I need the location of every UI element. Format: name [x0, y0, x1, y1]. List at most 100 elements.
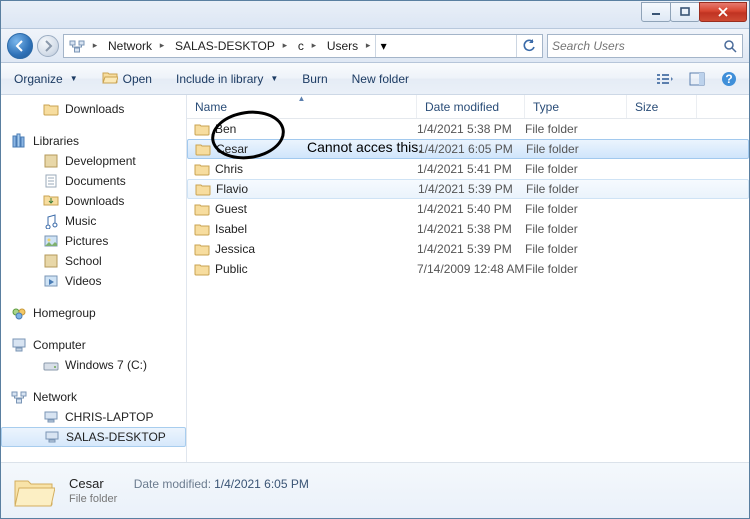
expand-icon[interactable]: ▸ [1, 308, 2, 319]
organize-menu[interactable]: Organize▼ [9, 69, 83, 89]
folder-open-icon [102, 70, 118, 87]
file-type: File folder [525, 222, 627, 236]
file-name: Ben [215, 122, 417, 136]
homegroup-icon [11, 305, 27, 321]
refresh-button[interactable] [516, 35, 540, 57]
include-in-library-menu[interactable]: Include in library▼ [171, 69, 283, 89]
breadcrumb-seg-network[interactable]: Network [102, 35, 155, 57]
folder-icon [193, 241, 211, 257]
column-name[interactable]: Name▲ [187, 95, 417, 118]
file-type: File folder [525, 162, 627, 176]
file-name: Guest [215, 202, 417, 216]
navigation-pane[interactable]: Downloads ▸Libraries DevelopmentDocument… [1, 95, 187, 462]
folder-icon [194, 181, 212, 197]
newfolder-label: New folder [352, 72, 409, 86]
nav-lib-documents[interactable]: Documents [1, 171, 186, 191]
close-button[interactable] [699, 2, 747, 22]
network-icon [11, 389, 27, 405]
chevron-down-icon: ▼ [70, 74, 78, 83]
chevron-down-icon: ▼ [270, 74, 278, 83]
nav-lib-downloads[interactable]: Downloads [1, 191, 186, 211]
folder-icon [43, 101, 59, 117]
file-date: 1/4/2021 5:39 PM [418, 182, 526, 196]
chevron-right-icon[interactable]: ▸ [278, 35, 292, 57]
library-item-icon [43, 273, 59, 289]
breadcrumb-seg-c[interactable]: c [292, 35, 307, 57]
library-item-icon [43, 193, 59, 209]
nav-drive-c[interactable]: Windows 7 (C:) [1, 355, 186, 375]
file-row[interactable]: Guest1/4/2021 5:40 PMFile folder [187, 199, 749, 219]
computer-icon [44, 429, 60, 445]
column-size[interactable]: Size [627, 95, 697, 118]
nav-downloads[interactable]: Downloads [1, 99, 186, 119]
chevron-right-icon[interactable]: ▸ [307, 35, 321, 57]
nav-lib-videos[interactable]: Videos [1, 271, 186, 291]
burn-label: Burn [302, 72, 327, 86]
file-name: Chris [215, 162, 417, 176]
column-headers: Name▲ Date modified Type Size [187, 95, 749, 119]
column-type[interactable]: Type [525, 95, 627, 118]
library-item-icon [43, 253, 59, 269]
history-dropdown[interactable]: ▾ [375, 35, 391, 57]
forward-button[interactable] [37, 35, 59, 57]
computer-icon [11, 337, 27, 353]
library-item-icon [43, 153, 59, 169]
nav-lib-school[interactable]: School [1, 251, 186, 271]
file-row[interactable]: Chris1/4/2021 5:41 PMFile folder [187, 159, 749, 179]
nav-network[interactable]: ▸Network [1, 387, 186, 407]
file-row[interactable]: Isabel1/4/2021 5:38 PMFile folder [187, 219, 749, 239]
search-box[interactable] [547, 34, 743, 58]
maximize-button[interactable] [670, 2, 700, 22]
library-item-icon [43, 213, 59, 229]
nav-homegroup[interactable]: ▸Homegroup [1, 303, 186, 323]
breadcrumb-seg-users[interactable]: Users [321, 35, 361, 57]
view-options-button[interactable] [653, 68, 677, 90]
details-type: File folder [69, 493, 309, 505]
nav-lib-development[interactable]: Development [1, 151, 186, 171]
file-row[interactable]: Flavio1/4/2021 5:39 PMFile folder [187, 179, 749, 199]
file-name: Cesar [216, 142, 418, 156]
address-bar: ▸ Network▸ SALAS-DESKTOP▸ c▸ Users▸ ▾ [1, 29, 749, 63]
nav-network-salasdesktop[interactable]: SALAS-DESKTOP [1, 427, 186, 447]
search-input[interactable] [552, 39, 722, 53]
expand-icon[interactable]: ▸ [1, 136, 2, 147]
file-row[interactable]: Cesar1/4/2021 6:05 PMFile folder [187, 139, 749, 159]
details-pane: Cesar Date modified: 1/4/2021 6:05 PM Fi… [1, 462, 749, 518]
file-date: 1/4/2021 5:38 PM [417, 122, 525, 136]
details-name: Cesar [69, 476, 104, 491]
search-icon[interactable] [722, 38, 738, 54]
file-row[interactable]: Public7/14/2009 12:48 AMFile folder [187, 259, 749, 279]
file-type: File folder [526, 142, 628, 156]
body: Downloads ▸Libraries DevelopmentDocument… [1, 95, 749, 462]
new-folder-button[interactable]: New folder [347, 69, 414, 89]
file-type: File folder [525, 262, 627, 276]
folder-icon [193, 161, 211, 177]
nav-lib-music[interactable]: Music [1, 211, 186, 231]
expand-icon[interactable]: ▸ [1, 340, 2, 351]
burn-button[interactable]: Burn [297, 69, 332, 89]
minimize-button[interactable] [641, 2, 671, 22]
column-date[interactable]: Date modified [417, 95, 525, 118]
nav-computer[interactable]: ▸Computer [1, 335, 186, 355]
file-row[interactable]: Ben1/4/2021 5:38 PMFile folder [187, 119, 749, 139]
help-button[interactable]: ? [717, 68, 741, 90]
file-date: 1/4/2021 6:05 PM [418, 142, 526, 156]
library-item-icon [43, 173, 59, 189]
breadcrumb-root-arrow[interactable]: ▸ [88, 35, 102, 57]
open-label: Open [123, 72, 152, 86]
nav-network-chrislaptop[interactable]: CHRIS-LAPTOP [1, 407, 186, 427]
file-row[interactable]: Jessica1/4/2021 5:39 PMFile folder [187, 239, 749, 259]
nav-libraries[interactable]: ▸Libraries [1, 131, 186, 151]
chevron-right-icon[interactable]: ▸ [155, 35, 169, 57]
open-button[interactable]: Open [97, 67, 157, 90]
chevron-right-icon[interactable]: ▸ [361, 35, 375, 57]
file-type: File folder [525, 122, 627, 136]
details-date-label: Date modified: [134, 477, 211, 491]
nav-lib-pictures[interactable]: Pictures [1, 231, 186, 251]
titlebar [1, 1, 749, 29]
preview-pane-button[interactable] [685, 68, 709, 90]
expand-icon[interactable]: ▸ [1, 392, 2, 403]
back-button[interactable] [7, 33, 33, 59]
breadcrumb[interactable]: ▸ Network▸ SALAS-DESKTOP▸ c▸ Users▸ ▾ [63, 34, 543, 58]
breadcrumb-seg-host[interactable]: SALAS-DESKTOP [169, 35, 278, 57]
